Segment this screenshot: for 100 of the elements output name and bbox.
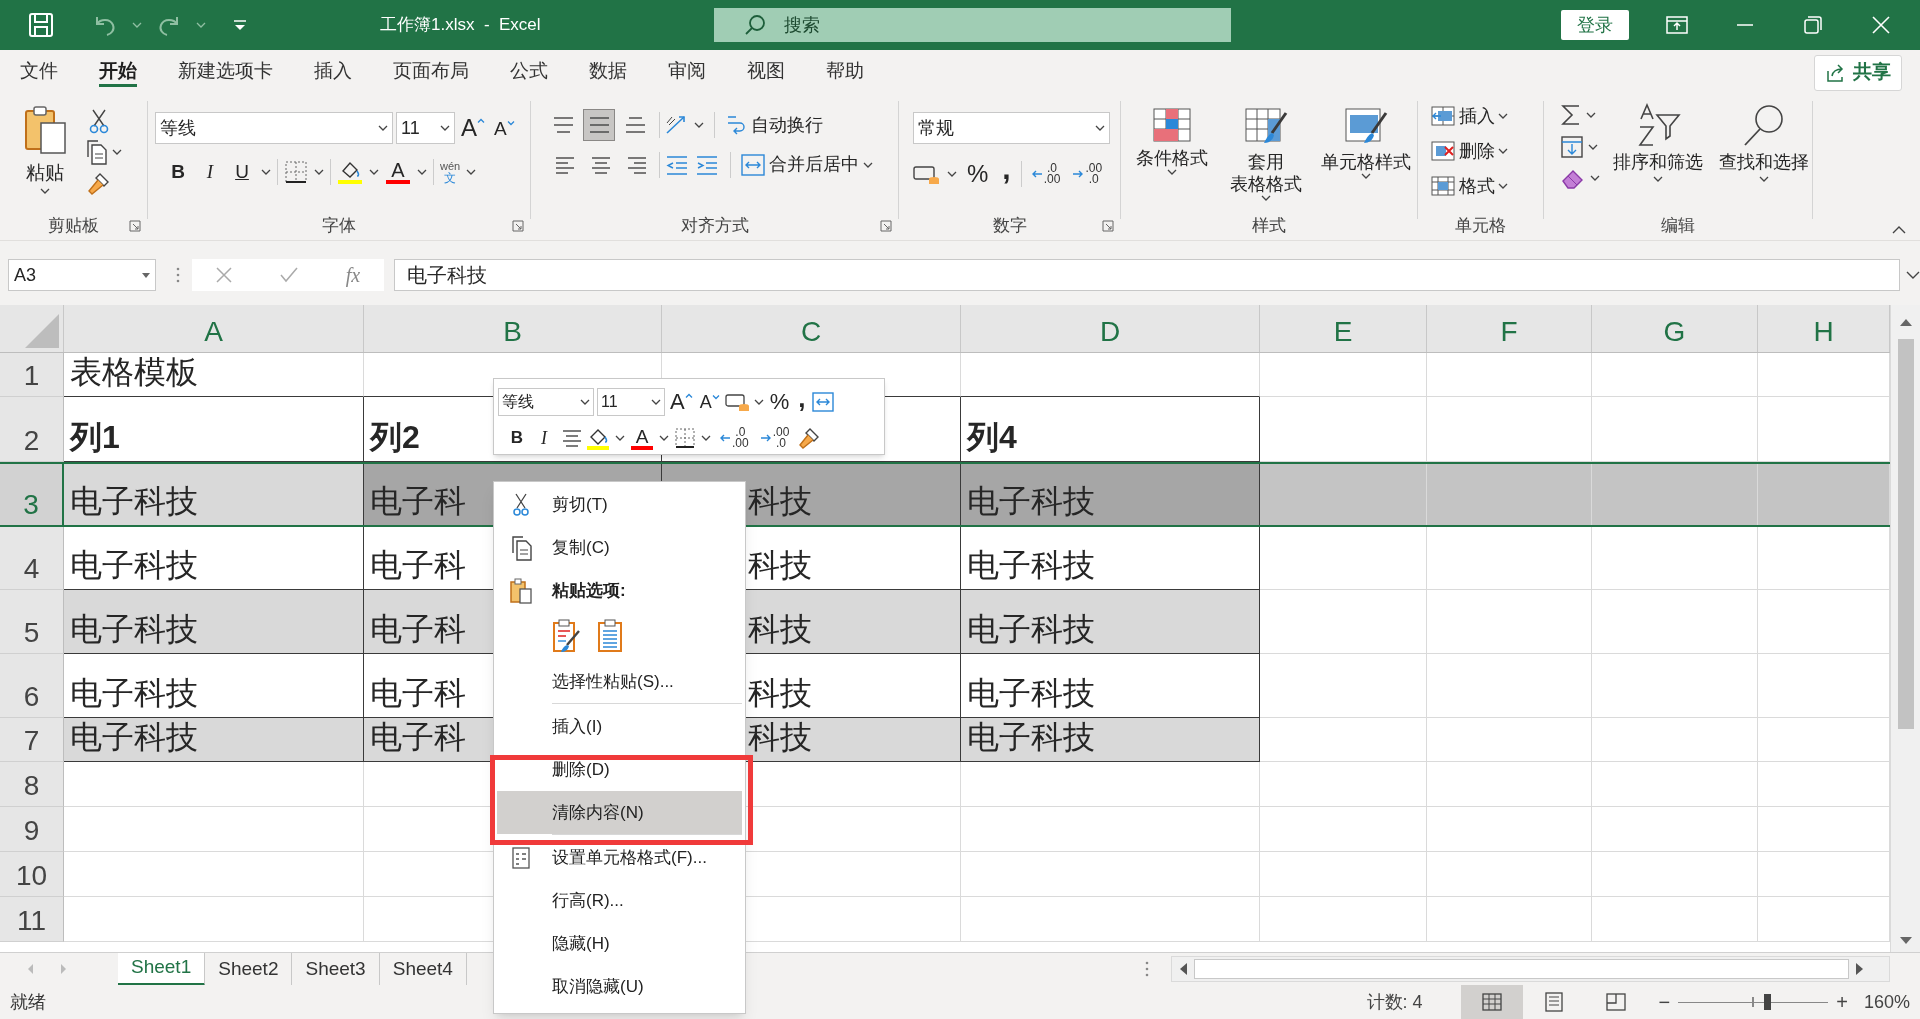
caret-icon[interactable] xyxy=(753,398,764,405)
caret-icon[interactable] xyxy=(947,171,957,177)
row-header[interactable]: 5 xyxy=(0,590,64,654)
menu-tab[interactable]: 插入 xyxy=(304,50,362,95)
row-header[interactable]: 9 xyxy=(0,807,64,852)
find-select-button[interactable]: 查找和选择 xyxy=(1716,103,1812,182)
caret-icon[interactable] xyxy=(1498,113,1508,119)
column-header[interactable]: E xyxy=(1260,305,1427,352)
sum-icon[interactable] xyxy=(1560,103,1582,127)
increase-decimal-button[interactable]: .0 .00 xyxy=(1027,158,1064,190)
customize-icon[interactable] xyxy=(232,19,248,31)
search-field[interactable]: 搜索 xyxy=(714,8,1231,42)
row-header[interactable]: 10 xyxy=(0,852,64,897)
font-name-field[interactable]: 等线 xyxy=(155,112,393,144)
restore-icon[interactable] xyxy=(1804,16,1822,34)
share-button[interactable]: 共享 xyxy=(1814,54,1902,91)
menu-tab[interactable]: 开始 xyxy=(89,50,147,95)
row-header[interactable]: 8 xyxy=(0,762,64,807)
row-header[interactable]: 6 xyxy=(0,654,64,718)
menu-tab[interactable]: 数据 xyxy=(579,50,637,95)
name-box[interactable]: A3 xyxy=(8,259,156,291)
insert-function-button[interactable]: fx xyxy=(345,260,361,290)
styles-button[interactable]: 单元格样式 xyxy=(1314,107,1417,179)
caret-icon[interactable] xyxy=(1095,125,1105,131)
caret-icon[interactable] xyxy=(1759,176,1769,182)
caret-icon[interactable] xyxy=(615,435,625,441)
vertical-scrollbar[interactable] xyxy=(1890,305,1920,952)
caret-icon[interactable] xyxy=(701,435,711,441)
caret-icon[interactable] xyxy=(417,169,427,176)
styles-button[interactable]: 套用 表格格式 xyxy=(1221,107,1311,201)
row-header[interactable]: 1 xyxy=(0,353,64,397)
caret-icon[interactable] xyxy=(1588,144,1598,150)
merge-icon[interactable] xyxy=(811,391,834,412)
menu-tab[interactable]: 页面布局 xyxy=(383,50,479,95)
sheet-tab[interactable]: Sheet1 xyxy=(118,952,206,986)
scroll-down-icon[interactable] xyxy=(1898,936,1913,946)
zoom-out-button[interactable]: − xyxy=(1658,987,1671,1017)
caret-icon[interactable] xyxy=(694,122,704,128)
decrease-decimal-button[interactable]: .00 .0 xyxy=(756,422,793,454)
caret-icon[interactable] xyxy=(141,272,150,278)
borders-icon[interactable] xyxy=(284,160,308,185)
column-header[interactable]: F xyxy=(1427,305,1592,352)
row-header[interactable]: 7 xyxy=(0,718,64,762)
bold-button[interactable]: B xyxy=(506,425,528,451)
shrink-font-button[interactable]: A xyxy=(491,118,518,138)
caret-icon[interactable] xyxy=(40,187,50,194)
cells-button[interactable]: 格式 xyxy=(1430,171,1543,201)
decrease-decimal-button[interactable]: .00 .0 xyxy=(1069,158,1106,190)
dialog-launcher-icon[interactable] xyxy=(129,220,141,232)
menu-item[interactable]: 清除内容(N) xyxy=(497,791,742,834)
merge-center-button[interactable]: 合并后居中 xyxy=(741,151,859,178)
copy-icon[interactable] xyxy=(84,139,108,165)
italic-button[interactable]: I xyxy=(197,158,223,187)
bold-button[interactable]: B xyxy=(165,158,191,187)
view-button[interactable] xyxy=(1460,985,1523,1019)
cells-button[interactable]: 删除 xyxy=(1430,136,1543,166)
save-icon[interactable] xyxy=(28,12,54,38)
caret-icon[interactable] xyxy=(440,125,450,131)
caret-icon[interactable] xyxy=(580,398,590,405)
row-header[interactable]: 3 xyxy=(0,464,64,525)
scroll-right-icon[interactable] xyxy=(1855,962,1865,976)
expand-formula-icon[interactable] xyxy=(1906,270,1920,280)
caret-icon[interactable] xyxy=(1167,169,1178,175)
menu-item[interactable]: 行高(R)... xyxy=(497,879,742,922)
column-header[interactable]: B xyxy=(364,305,662,352)
sort-filter-button[interactable]: 排序和筛选 xyxy=(1610,103,1706,182)
caret-icon[interactable] xyxy=(651,398,661,405)
increase-decimal-button[interactable]: .0 .00 xyxy=(716,422,752,454)
borders-icon[interactable] xyxy=(674,427,696,449)
paste-button[interactable]: 粘贴 xyxy=(20,105,70,205)
close-icon[interactable] xyxy=(1872,16,1890,34)
percent-button[interactable]: % xyxy=(766,385,793,418)
column-header[interactable]: C xyxy=(662,305,961,352)
fill-down-icon[interactable] xyxy=(1560,135,1584,159)
dialog-launcher-icon[interactable] xyxy=(1102,220,1114,232)
font-color-button[interactable]: A xyxy=(630,426,654,450)
column-header[interactable]: G xyxy=(1592,305,1758,352)
comma-button[interactable]: , xyxy=(998,159,1015,189)
grow-font-button[interactable]: A xyxy=(668,390,695,413)
zoom-slider[interactable] xyxy=(1678,995,1829,1009)
percent-button[interactable]: % xyxy=(963,156,993,192)
underline-button[interactable]: U xyxy=(229,158,255,187)
menu-tab[interactable]: 文件 xyxy=(10,50,68,95)
align-button[interactable] xyxy=(583,109,615,141)
menu-item[interactable]: 隐藏(H) xyxy=(497,922,742,965)
caret-icon[interactable] xyxy=(863,161,873,168)
caret-icon[interactable] xyxy=(466,169,477,176)
zoom-in-button[interactable]: + xyxy=(1836,987,1848,1017)
font-name-field[interactable]: 等线 xyxy=(498,387,594,416)
caret-icon[interactable] xyxy=(261,169,271,176)
phonetic-button[interactable]: wén 文 xyxy=(440,160,461,185)
menu-tab[interactable]: 新建选项卡 xyxy=(168,50,283,95)
font-size-field[interactable]: 11 xyxy=(597,387,665,416)
formula-field[interactable]: 电子科技 xyxy=(394,259,1900,291)
menu-tab[interactable]: 公式 xyxy=(500,50,558,95)
caret-icon[interactable] xyxy=(112,149,122,155)
fill-color-icon[interactable] xyxy=(337,159,363,186)
row-header[interactable]: 2 xyxy=(0,397,64,462)
dialog-launcher-icon[interactable] xyxy=(880,220,892,232)
caret-icon[interactable] xyxy=(314,169,324,176)
